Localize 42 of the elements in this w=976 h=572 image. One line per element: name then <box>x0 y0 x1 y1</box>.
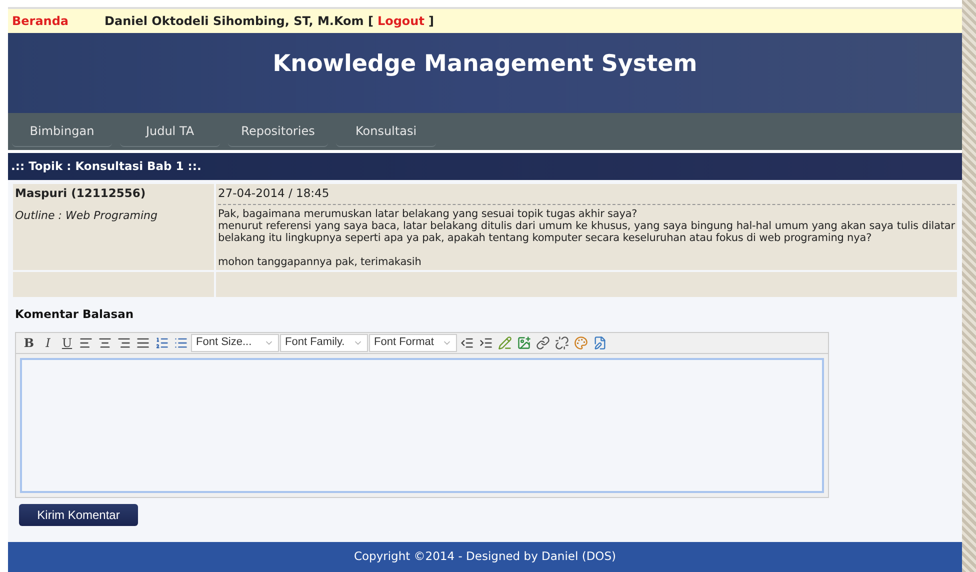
toolbar-button[interactable] <box>553 334 571 352</box>
site-title: Knowledge Management System <box>272 50 698 79</box>
author-name: Maspuri (12112556) <box>15 185 147 202</box>
toolbar-dropdown[interactable]: Font Size... <box>191 334 279 352</box>
post-date: 27-04-2014 / 18:45 <box>218 185 955 206</box>
user-name: Daniel Oktodeli Sihombing, ST, M.Kom [ <box>104 13 374 30</box>
home-link[interactable]: Beranda <box>12 12 69 30</box>
bullet-list-icon <box>174 336 188 350</box>
toolbar-button[interactable] <box>515 334 533 352</box>
nav-tab[interactable]: Konsultasi <box>336 116 436 146</box>
outline-text: Outline : Web Programing <box>15 208 158 224</box>
outdent-icon <box>460 336 474 350</box>
submit-button[interactable]: Kirim Komentar <box>19 504 138 526</box>
align-justify-icon <box>136 336 150 350</box>
image-icon <box>517 336 531 350</box>
topic-bar: .:: Topik : Konsultasi Bab 1 ::. <box>8 153 962 180</box>
nav-tab[interactable]: Bimbingan <box>12 116 112 146</box>
copyright-text: Copyright ©2014 - Designed by Daniel (DOS) <box>354 548 616 566</box>
reply-label: Komentar Balasan <box>15 306 135 324</box>
message-paragraph: mohon tanggapannya pak, terimakasih <box>218 256 422 268</box>
bracket-text: ] <box>428 13 434 30</box>
align-right-icon <box>117 336 131 350</box>
format-button[interactable]: U <box>58 334 76 352</box>
format-button[interactable]: I <box>39 334 57 352</box>
pencil-icon <box>498 336 512 350</box>
palette-icon <box>574 336 588 350</box>
nav-tab[interactable]: Repositories <box>228 116 328 146</box>
toolbar-dropdown[interactable]: Font Family. <box>280 334 368 352</box>
numbered-list-icon <box>155 336 169 350</box>
format-button[interactable]: B <box>20 334 38 352</box>
nav-tab[interactable]: Judul TA <box>120 116 220 146</box>
message-paragraph: Pak, bagaimana merumuskan latar belakang yang sesuai topik tugas akhir saya? menurut referensi yang saya baca, latar belakang ditulis dari umum ke khusus, yang saya bingung hal-hal umum yang akan saya tulis dilatar belakang itu lingkupnya seperti apa ya pak, apakah tentang komputer secara keseluruhan atau fokus di web programing nya? <box>218 208 955 244</box>
align-center-icon <box>98 336 112 350</box>
comment-field[interactable] <box>20 358 824 492</box>
logout-link[interactable]: Logout <box>377 12 424 30</box>
toolbar-dropdown[interactable]: Font Format <box>369 334 457 352</box>
indent-icon <box>479 336 493 350</box>
align-left-icon <box>79 336 93 350</box>
document-edit-icon <box>593 336 607 350</box>
link-icon <box>536 336 550 350</box>
unlink-icon <box>555 336 569 350</box>
toolbar-button[interactable] <box>534 334 552 352</box>
